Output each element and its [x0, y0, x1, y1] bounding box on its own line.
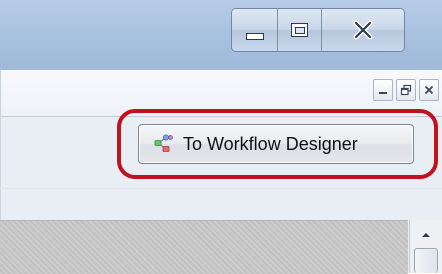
maximize-icon [291, 23, 308, 37]
view-close-button[interactable] [419, 79, 439, 101]
canvas-area[interactable] [0, 220, 408, 274]
content-separator [0, 188, 442, 189]
view-close-icon [424, 85, 434, 95]
scroll-up-button[interactable] [414, 224, 438, 246]
window-maximize-button[interactable] [278, 9, 322, 51]
to-workflow-designer-label: To Workflow Designer [183, 133, 358, 154]
view-restore-button[interactable] [396, 79, 416, 101]
view-minimize-icon [379, 92, 387, 94]
view-restore-icon [400, 84, 412, 96]
vertical-scrollbar[interactable] [409, 220, 442, 273]
scrollbar-thumb[interactable] [414, 248, 438, 273]
scroll-up-arrow-icon [422, 233, 430, 237]
to-workflow-designer-button[interactable]: To Workflow Designer [138, 124, 414, 164]
window-title [8, 22, 158, 38]
view-tab-header [1, 70, 442, 117]
view-minimize-button[interactable] [373, 79, 393, 101]
view-controls [373, 79, 439, 101]
workflow-nodes-icon [154, 134, 173, 152]
window-title-bar[interactable] [0, 0, 442, 70]
minimize-icon [245, 32, 264, 40]
window-minimize-button[interactable] [232, 9, 278, 51]
window-caption-buttons [231, 8, 405, 52]
window-close-button[interactable] [322, 9, 404, 51]
close-icon [353, 20, 373, 40]
